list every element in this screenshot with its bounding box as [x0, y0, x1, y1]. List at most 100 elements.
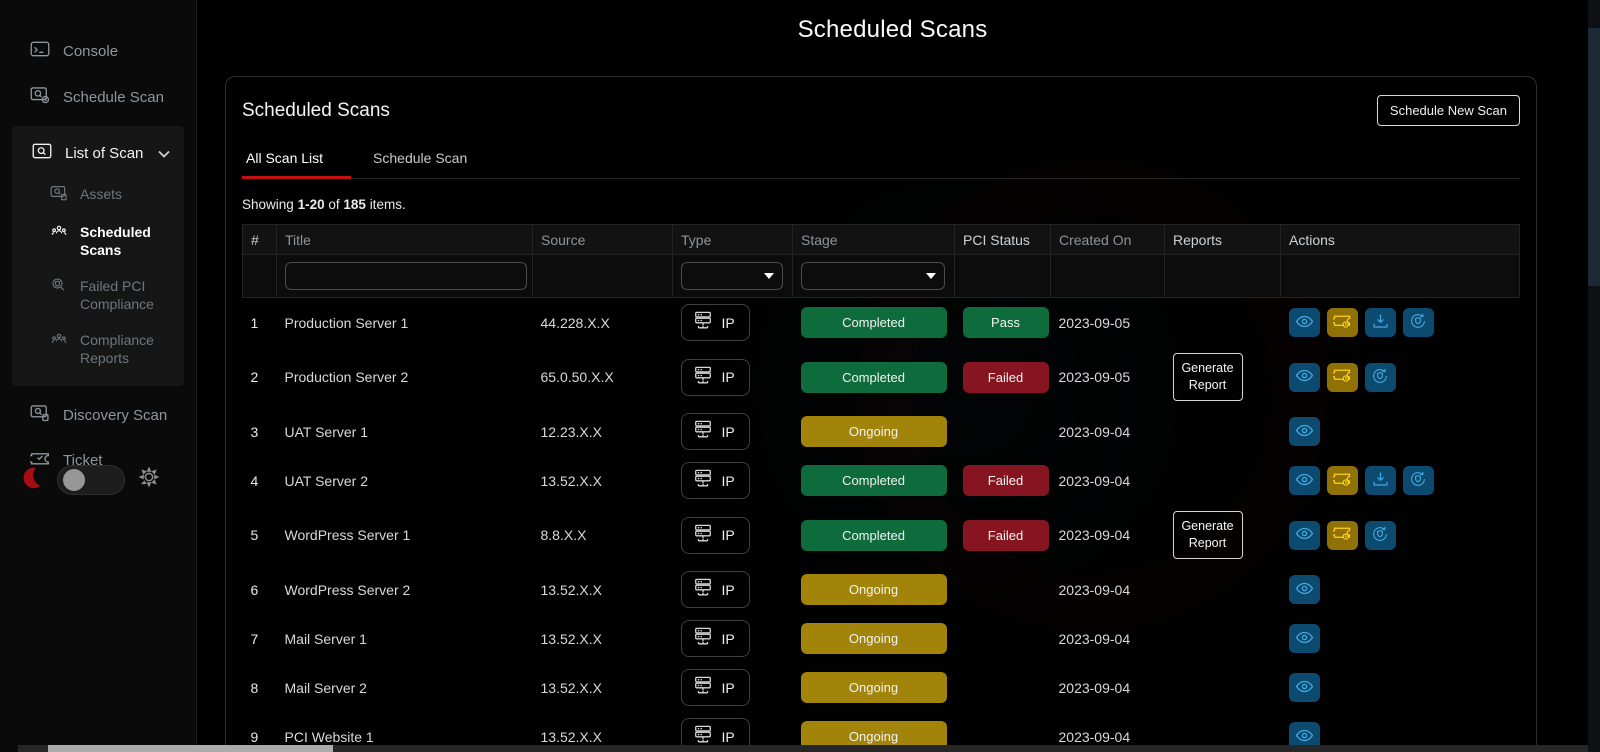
stage-badge: Ongoing: [800, 623, 947, 654]
actions-cell: [1281, 298, 1520, 348]
download-report-button[interactable]: [1364, 308, 1396, 337]
scan-type-cell: IP: [673, 614, 793, 663]
scan-type-cell: IP: [673, 347, 793, 407]
eye-icon: [1295, 526, 1314, 544]
sidebar-item-compliance-reports[interactable]: Compliance Reports: [12, 322, 184, 376]
stage-cell: Completed: [793, 298, 955, 348]
table-row: 2 Production Server 2 65.0.50.X.X IP Complet…: [243, 347, 1520, 407]
create-ticket-button[interactable]: [1326, 466, 1358, 495]
type-ip-button[interactable]: IP: [680, 413, 750, 450]
sidebar-item-assets[interactable]: Assets: [12, 176, 184, 214]
type-ip-button[interactable]: IP: [680, 304, 750, 341]
sidebar-item-schedule-scan[interactable]: Schedule Scan: [0, 74, 196, 120]
sidebar-item-console[interactable]: Console: [0, 28, 196, 74]
created-on-cell: 2023-09-04: [1058, 581, 1131, 598]
download-report-button[interactable]: [1364, 466, 1396, 495]
stage-badge: Ongoing: [800, 574, 947, 605]
generate-report-button[interactable]: Generate Report: [1172, 511, 1243, 559]
horizontal-scrollbar-track[interactable]: [18, 745, 1588, 752]
stage-badge: Completed: [800, 361, 947, 393]
table-header-row: # Title Source Type Stage PCI Status Cre…: [242, 224, 1520, 255]
pci-status-cell: Failed: [955, 456, 1051, 505]
scan-source: 13.52.X.X: [540, 581, 603, 598]
eye-icon: [1295, 368, 1314, 386]
rescan-button[interactable]: [1402, 466, 1434, 495]
type-ip-button[interactable]: IP: [680, 462, 750, 499]
vertical-scrollbar-thumb[interactable]: [1588, 28, 1600, 286]
theme-toggle[interactable]: [57, 464, 125, 495]
type-ip-button[interactable]: IP: [680, 516, 750, 554]
rescan-button[interactable]: [1364, 520, 1396, 550]
create-ticket-button[interactable]: [1326, 520, 1358, 550]
card-title: Scheduled Scans: [242, 99, 390, 121]
view-scan-button[interactable]: [1288, 362, 1320, 392]
sidebar-item-failed-pci-compliance[interactable]: Failed PCI Compliance: [12, 268, 184, 322]
eye-icon: [1295, 423, 1314, 441]
view-scan-button[interactable]: [1288, 308, 1320, 337]
eye-icon: [1295, 679, 1314, 697]
created-on-cell: 2023-09-04: [1058, 472, 1131, 489]
pci-status-badge: Failed: [962, 519, 1049, 551]
discovery-scan-icon: [30, 404, 50, 426]
create-ticket-button[interactable]: [1326, 308, 1358, 337]
scan-title: Production Server 1: [284, 314, 409, 331]
table-filter-row: [242, 254, 1520, 298]
type-ip-button[interactable]: IP: [680, 620, 750, 657]
scan-title: UAT Server 2: [284, 472, 369, 489]
rescan-button[interactable]: [1402, 308, 1434, 337]
sidebar-item-list-of-scan[interactable]: List of Scan: [12, 130, 184, 176]
create-ticket-button[interactable]: [1326, 362, 1358, 392]
created-on-cell: 2023-09-05: [1058, 369, 1131, 385]
view-scan-button[interactable]: [1288, 466, 1320, 495]
horizontal-scrollbar-thumb[interactable]: [48, 745, 333, 752]
table-row: 8 Mail Server 2 13.52.X.X IP Ongoing 2023-09-…: [243, 663, 1520, 712]
column-header-reports: Reports: [1164, 224, 1281, 255]
column-header-source[interactable]: Source: [532, 224, 673, 255]
row-number: 7: [250, 630, 259, 647]
row-number: 3: [250, 423, 259, 440]
column-header-title[interactable]: Title: [276, 224, 533, 255]
sidebar-item-label: Console: [63, 42, 119, 60]
view-scan-button[interactable]: [1288, 417, 1320, 446]
shield-rescan-icon: [1371, 525, 1389, 546]
column-header-created[interactable]: Created On: [1050, 224, 1165, 255]
type-filter-select[interactable]: [681, 262, 783, 290]
view-scan-button[interactable]: [1288, 673, 1320, 702]
stage-cell: Completed: [793, 505, 955, 565]
tab-all-scan-list[interactable]: All Scan List: [242, 140, 352, 179]
rescan-button[interactable]: [1364, 362, 1396, 392]
schedule-scan-icon: [30, 86, 50, 108]
server-icon: [692, 420, 714, 443]
sidebar-item-label: Failed PCI Compliance: [80, 278, 154, 312]
generate-report-button[interactable]: Generate Report: [1172, 353, 1243, 401]
shield-rescan-icon: [1409, 312, 1427, 333]
sidebar-item-scheduled-scans[interactable]: Scheduled Scans: [12, 214, 184, 268]
title-filter-input[interactable]: [285, 262, 527, 290]
view-scan-button[interactable]: [1288, 575, 1320, 604]
type-ip-button[interactable]: IP: [680, 358, 750, 396]
table-row: 1 Production Server 1 44.228.X.X IP Complete…: [243, 298, 1520, 348]
type-ip-button[interactable]: IP: [680, 571, 750, 608]
toggle-knob: [63, 468, 85, 491]
pci-status-badge: Pass: [962, 307, 1049, 338]
stage-cell: Ongoing: [793, 407, 955, 456]
vertical-scrollbar-track[interactable]: [1588, 0, 1600, 752]
table-row: 5 WordPress Server 1 8.8.X.X IP Completed Fai…: [243, 505, 1520, 565]
schedule-new-scan-button[interactable]: Schedule New Scan: [1376, 95, 1520, 126]
stage-cell: Completed: [793, 456, 955, 505]
scan-type-cell: IP: [673, 505, 793, 565]
tab-schedule-scan[interactable]: Schedule Scan: [369, 140, 481, 178]
view-scan-button[interactable]: [1288, 520, 1320, 550]
eye-icon: [1295, 630, 1314, 648]
stage-cell: Ongoing: [793, 565, 955, 614]
view-scan-button[interactable]: [1288, 624, 1320, 653]
ticket-clock-icon: [1331, 526, 1351, 544]
stage-filter-select[interactable]: [801, 262, 945, 290]
column-header-stage[interactable]: Stage: [792, 224, 955, 255]
type-ip-button[interactable]: IP: [680, 669, 750, 706]
sidebar-item-discovery-scan[interactable]: Discovery Scan: [0, 392, 196, 438]
column-header-type[interactable]: Type: [672, 224, 793, 255]
server-icon: [692, 366, 714, 389]
summary-range: 1-20: [297, 197, 325, 212]
reports-cell: [1165, 407, 1281, 456]
